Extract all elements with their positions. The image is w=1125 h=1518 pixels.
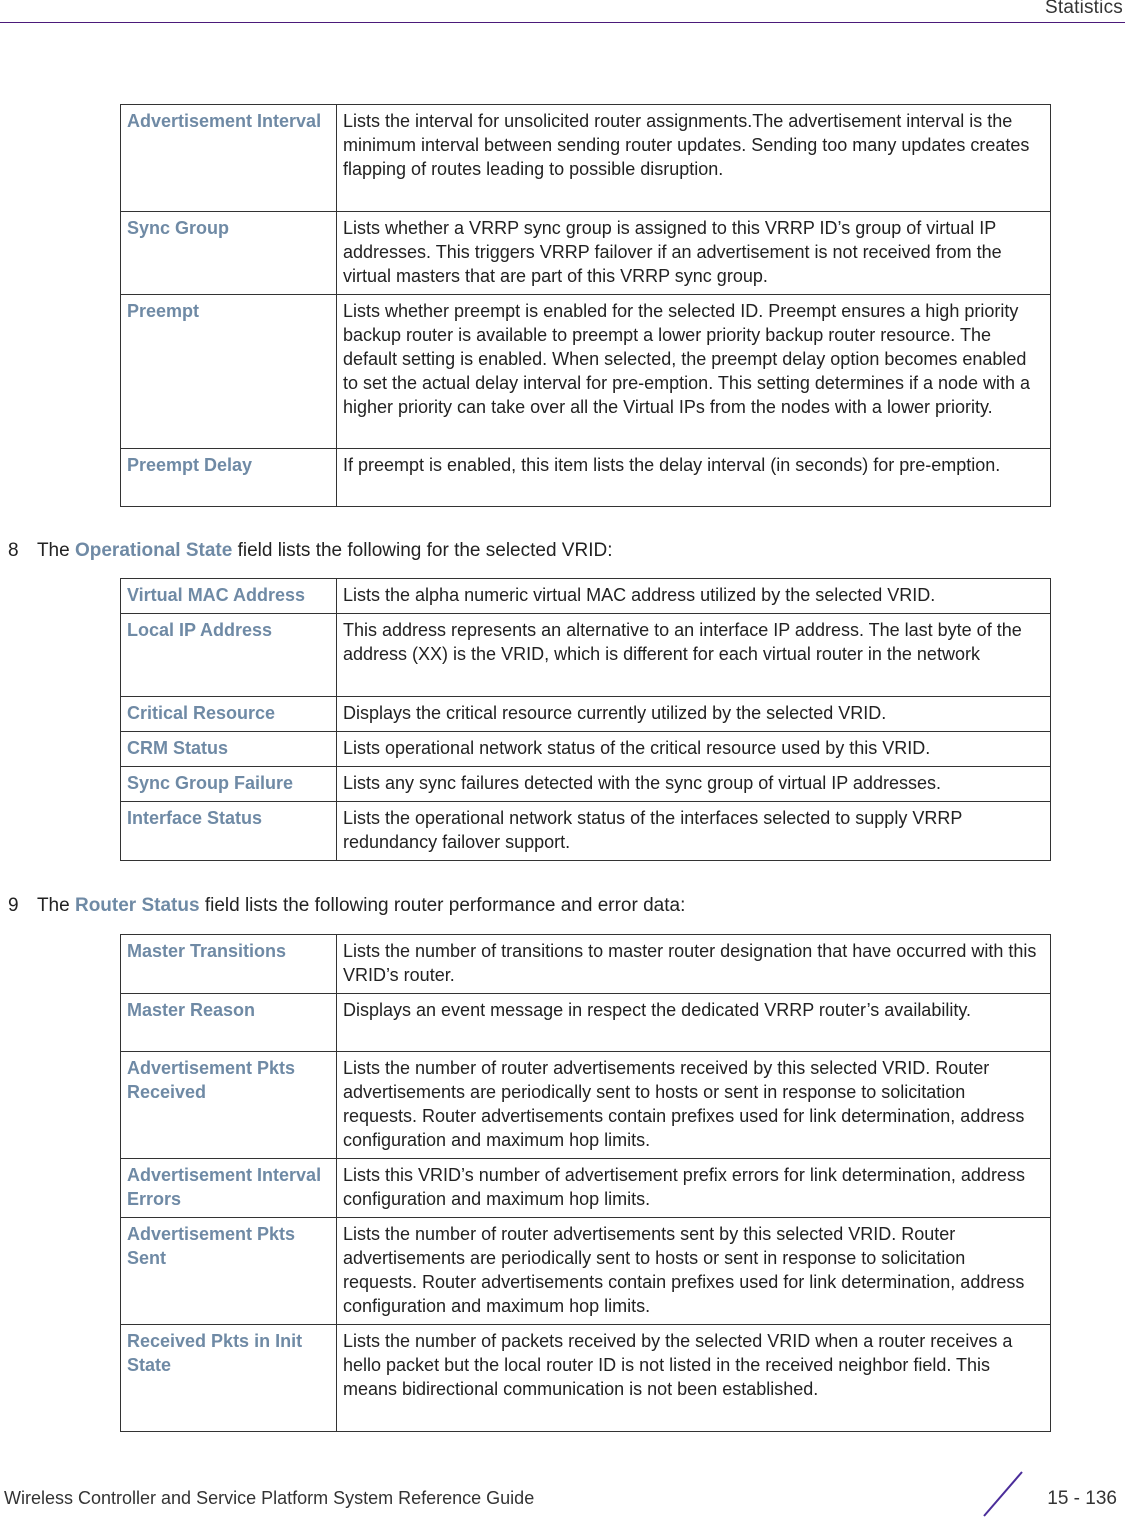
step-8-paragraph: 8 The Operational State field lists the … xyxy=(8,540,612,562)
operational-state-table: Virtual MAC Address Lists the alpha nume… xyxy=(120,578,1051,861)
term-cell: Interface Status xyxy=(120,801,337,861)
description-cell: This address represents an alternative t… xyxy=(336,613,1051,697)
page-number: 15 - 136 xyxy=(1047,1488,1117,1509)
step-number: 9 xyxy=(8,895,19,916)
description-cell: Lists operational network status of the … xyxy=(336,731,1051,767)
term-cell: Advertisement Interval xyxy=(120,104,337,212)
table-row: Critical Resource Displays the critical … xyxy=(120,696,1051,732)
description-cell: Lists any sync failures detected with th… xyxy=(336,766,1051,802)
table-row: Advertisement Pkts Received Lists the nu… xyxy=(120,1051,1051,1159)
term-cell: Advertisement Interval Errors xyxy=(120,1158,337,1218)
term-cell: Sync Group Failure xyxy=(120,766,337,802)
advertisement-settings-table: Advertisement Interval Lists the interva… xyxy=(120,104,1051,507)
table-row: Interface Status Lists the operational n… xyxy=(120,801,1051,861)
description-cell: Displays the critical resource currently… xyxy=(336,696,1051,732)
term-cell: Master Reason xyxy=(120,993,337,1052)
description-cell: Lists this VRID’s number of advertisemen… xyxy=(336,1158,1051,1218)
table-row: Advertisement Interval Lists the interva… xyxy=(120,104,1051,212)
step-suffix: field lists the following router perform… xyxy=(204,895,686,916)
table-row: Sync Group Failure Lists any sync failur… xyxy=(120,766,1051,802)
table-row: Master Reason Displays an event message … xyxy=(120,993,1051,1052)
term-cell: Virtual MAC Address xyxy=(120,578,337,614)
table-row: Master Transitions Lists the number of t… xyxy=(120,934,1051,994)
term-cell: Advertisement Pkts Received xyxy=(120,1051,337,1159)
description-cell: Lists whether preempt is enabled for the… xyxy=(336,294,1051,449)
term-cell: Advertisement Pkts Sent xyxy=(120,1217,337,1325)
description-cell: Lists the number of router advertisement… xyxy=(336,1217,1051,1325)
table-row: Advertisement Interval Errors Lists this… xyxy=(120,1158,1051,1218)
table-row: Sync Group Lists whether a VRRP sync gro… xyxy=(120,211,1051,295)
term-cell: Preempt Delay xyxy=(120,448,337,507)
term-cell: Preempt xyxy=(120,294,337,449)
description-cell: Displays an event message in respect the… xyxy=(336,993,1051,1052)
table-row: Advertisement Pkts Sent Lists the number… xyxy=(120,1217,1051,1325)
description-cell: Lists the operational network status of … xyxy=(336,801,1051,861)
term-cell: Master Transitions xyxy=(120,934,337,994)
step-prefix: The xyxy=(36,895,70,916)
description-cell: Lists the alpha numeric virtual MAC addr… xyxy=(336,578,1051,614)
term-cell: Local IP Address xyxy=(120,613,337,697)
term-cell: Critical Resource xyxy=(120,696,337,732)
table-row: Virtual MAC Address Lists the alpha nume… xyxy=(120,578,1051,614)
step-highlight: Operational State xyxy=(74,540,233,561)
step-prefix: The xyxy=(36,540,70,561)
step-9-paragraph: 9 The Router Status field lists the foll… xyxy=(8,895,685,917)
table-row: Local IP Address This address represents… xyxy=(120,613,1051,697)
step-suffix: field lists the following for the select… xyxy=(237,540,613,561)
description-cell: Lists the number of transitions to maste… xyxy=(336,934,1051,994)
table-row: CRM Status Lists operational network sta… xyxy=(120,731,1051,767)
footer-guide-title: Wireless Controller and Service Platform… xyxy=(4,1488,535,1508)
table-row: Preempt Delay If preempt is enabled, thi… xyxy=(120,448,1051,507)
term-cell: Sync Group xyxy=(120,211,337,295)
description-cell: Lists whether a VRRP sync group is assig… xyxy=(336,211,1051,295)
term-cell: Received Pkts in Init State xyxy=(120,1324,337,1432)
description-cell: Lists the interval for unsolicited route… xyxy=(336,104,1051,212)
description-cell: Lists the number of packets received by … xyxy=(336,1324,1051,1432)
description-cell: If preempt is enabled, this item lists t… xyxy=(336,448,1051,507)
description-cell: Lists the number of router advertisement… xyxy=(336,1051,1051,1159)
step-highlight: Router Status xyxy=(74,895,200,916)
header-rule xyxy=(0,22,1125,23)
table-row: Preempt Lists whether preempt is enabled… xyxy=(120,294,1051,449)
step-number: 8 xyxy=(8,540,19,561)
router-status-table: Master Transitions Lists the number of t… xyxy=(120,934,1051,1432)
footer-slash-icon xyxy=(983,1471,1023,1517)
running-header-title: Statistics xyxy=(1044,0,1123,18)
term-cell: CRM Status xyxy=(120,731,337,767)
table-row: Received Pkts in Init State Lists the nu… xyxy=(120,1324,1051,1432)
